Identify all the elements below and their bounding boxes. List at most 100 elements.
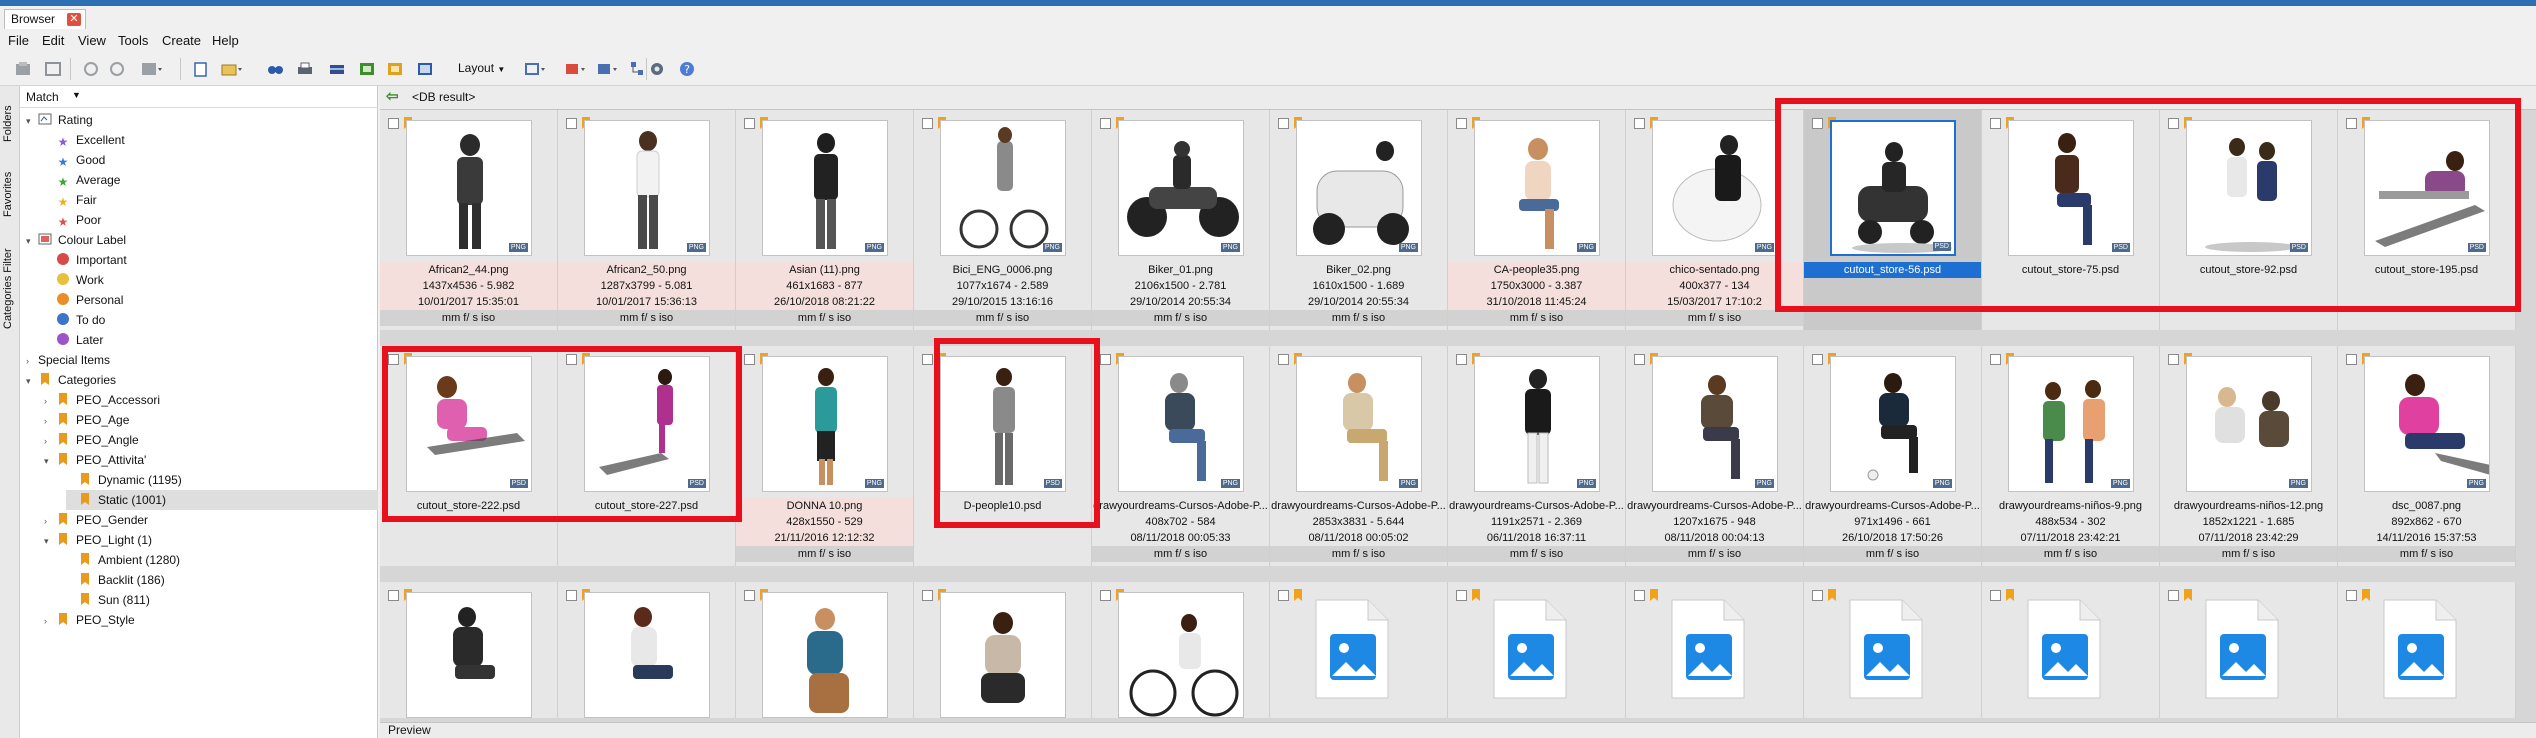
back-arrow-icon[interactable]: ⇦ xyxy=(386,89,402,105)
contact-sheet-icon[interactable] xyxy=(414,58,436,80)
thumbnail-cell[interactable]: PSD cutout_store-227.psd xyxy=(558,346,736,566)
expand-arrow-icon[interactable]: ▾ xyxy=(26,371,38,391)
expand-arrow-icon[interactable]: ▾ xyxy=(44,451,56,471)
select-checkbox[interactable] xyxy=(1278,118,1289,129)
thumbnail-cell[interactable]: PSD cutout_store-195.psd xyxy=(2338,110,2516,330)
tree-item-fair[interactable]: ★ Fair xyxy=(44,190,378,210)
move-to-icon[interactable] xyxy=(220,58,242,80)
thumbnail-image[interactable]: PNG xyxy=(2364,356,2490,492)
fullscreen-icon[interactable] xyxy=(42,58,64,80)
tree-item-excellent[interactable]: ★ Excellent xyxy=(44,130,378,150)
thumbnail-cell[interactable]: PNG Biker_01.png 2106x1500 - 2.781 29/10/20… xyxy=(1092,110,1270,330)
tree-item-personal[interactable]: Personal xyxy=(44,290,378,310)
sort-icon[interactable] xyxy=(564,58,586,80)
expand-arrow-icon[interactable]: ▾ xyxy=(44,531,56,551)
select-checkbox[interactable] xyxy=(1100,590,1111,601)
tree-item-work[interactable]: Work xyxy=(44,270,378,290)
expand-arrow-icon[interactable]: ▾ xyxy=(26,111,38,131)
image-file-icon[interactable] xyxy=(2186,594,2296,704)
menu-file[interactable]: File xyxy=(8,33,29,48)
view-mode-icon[interactable] xyxy=(524,58,546,80)
select-checkbox[interactable] xyxy=(1278,354,1289,365)
select-checkbox[interactable] xyxy=(1990,354,2001,365)
thumbnail-cell[interactable]: PSD D-people10.psd xyxy=(914,346,1092,566)
thumbnail-cell[interactable]: PSD cutout_store-56.psd xyxy=(1804,110,1982,330)
thumbnail-image[interactable]: PNG xyxy=(584,120,710,256)
image-file-icon[interactable] xyxy=(1830,594,1940,704)
select-checkbox[interactable] xyxy=(2346,354,2357,365)
select-checkbox[interactable] xyxy=(744,590,755,601)
thumbnail-image[interactable] xyxy=(940,592,1066,718)
thumbnail-cell[interactable]: PNG Asian (11).png 461x1683 - 877 26/10/201… xyxy=(736,110,914,330)
thumbnail-image[interactable]: PNG xyxy=(1474,356,1600,492)
select-checkbox[interactable] xyxy=(1634,118,1645,129)
select-checkbox[interactable] xyxy=(2168,118,2179,129)
filter-icon[interactable] xyxy=(596,58,618,80)
thumbnail-cell[interactable]: PNG drawyourdreams-Cursos-Adobe-P... 1191x… xyxy=(1448,346,1626,566)
tree-item-ambient[interactable]: Ambient (1280) xyxy=(66,550,378,570)
select-checkbox[interactable] xyxy=(388,590,399,601)
tree-item-peo-style[interactable]: › PEO_Style xyxy=(44,610,378,630)
print-icon[interactable] xyxy=(294,58,316,80)
select-checkbox[interactable] xyxy=(1100,354,1111,365)
copy-to-icon[interactable] xyxy=(190,58,212,80)
thumbnail-cell[interactable] xyxy=(914,582,1092,718)
select-checkbox[interactable] xyxy=(2168,590,2179,601)
thumbnail-image[interactable]: PSD xyxy=(2008,120,2134,256)
thumbnail-cell[interactable]: PNG drawyourdreams-Cursos-Adobe-P... 2853x… xyxy=(1270,346,1448,566)
thumbnail-image[interactable]: PSD xyxy=(584,356,710,492)
select-checkbox[interactable] xyxy=(922,118,933,129)
select-checkbox[interactable] xyxy=(388,118,399,129)
thumbnail-cell[interactable]: PNG Bici_ENG_0006.png 1077x1674 - 2.589 29/… xyxy=(914,110,1092,330)
thumbnail-image[interactable]: PNG xyxy=(940,120,1066,256)
thumbnail-cell[interactable]: PNG Biker_02.png 1610x1500 - 1.689 29/10/20… xyxy=(1270,110,1448,330)
thumbnail-cell[interactable] xyxy=(1626,582,1804,718)
expand-arrow-icon[interactable]: › xyxy=(44,511,56,531)
thumbnail-image[interactable]: PNG xyxy=(1296,120,1422,256)
tree-item-later[interactable]: Later xyxy=(44,330,378,350)
thumbnail-image[interactable]: PSD xyxy=(940,356,1066,492)
thumbnail-image[interactable]: PNG xyxy=(1296,356,1422,492)
select-checkbox[interactable] xyxy=(744,354,755,365)
slideshow-icon[interactable] xyxy=(356,58,378,80)
scan-icon[interactable] xyxy=(326,58,348,80)
select-checkbox[interactable] xyxy=(1634,354,1645,365)
thumbnail-image[interactable]: PNG xyxy=(762,356,888,492)
gear-icon[interactable] xyxy=(646,58,668,80)
menu-tools[interactable]: Tools xyxy=(118,33,148,48)
expand-arrow-icon[interactable]: › xyxy=(44,431,56,451)
thumbnail-image[interactable]: PNG xyxy=(1652,356,1778,492)
image-file-icon[interactable] xyxy=(2364,594,2474,704)
thumbnail-cell[interactable]: PSD cutout_store-75.psd xyxy=(1982,110,2160,330)
thumbnail-image[interactable]: PSD xyxy=(2364,120,2490,256)
expand-arrow-icon[interactable]: › xyxy=(44,411,56,431)
thumbnail-cell[interactable] xyxy=(1270,582,1448,718)
acquire-icon[interactable] xyxy=(12,58,34,80)
thumbnail-image[interactable]: PNG xyxy=(2008,356,2134,492)
thumbnail-cell[interactable]: PNG African2_50.png 1287x3799 - 5.081 10/01… xyxy=(558,110,736,330)
layout-menu-button[interactable]: Layout ▼ xyxy=(458,61,505,75)
select-checkbox[interactable] xyxy=(2168,354,2179,365)
thumbnail-cell[interactable] xyxy=(736,582,914,718)
thumbnail-cell[interactable] xyxy=(558,582,736,718)
thumbnail-cell[interactable] xyxy=(1092,582,1270,718)
select-checkbox[interactable] xyxy=(566,590,577,601)
tree-item-important[interactable]: Important xyxy=(44,250,378,270)
thumbnail-cell[interactable]: PNG drawyourdreams-niños-12.png 1852x1221 … xyxy=(2160,346,2338,566)
select-checkbox[interactable] xyxy=(1278,590,1289,601)
expand-arrow-icon[interactable]: › xyxy=(44,391,56,411)
thumbnail-cell[interactable]: PSD cutout_store-222.psd xyxy=(380,346,558,566)
tree-item-categories[interactable]: ▾ Categories xyxy=(26,370,378,390)
tree-item-peo-age[interactable]: › PEO_Age xyxy=(44,410,378,430)
thumbnail-image[interactable] xyxy=(762,592,888,718)
select-checkbox[interactable] xyxy=(1456,354,1467,365)
vtab-folders[interactable]: Folders xyxy=(2,94,18,154)
thumbnail-cell[interactable]: PNG CA-people35.png 1750x3000 - 3.387 31/10… xyxy=(1448,110,1626,330)
thumbnail-cell[interactable]: PNG African2_44.png 1437x4536 - 5.982 10/01… xyxy=(380,110,558,330)
thumbnail-image[interactable]: PNG xyxy=(406,120,532,256)
thumbnail-image[interactable]: PNG xyxy=(1474,120,1600,256)
tree-item-peo-accessori[interactable]: › PEO_Accessori xyxy=(44,390,378,410)
tree-icon[interactable] xyxy=(626,58,648,80)
tree-item-good[interactable]: ★ Good xyxy=(44,150,378,170)
thumbnail-cell[interactable]: PNG chico-sentado.png 400x377 - 134 15/03/2… xyxy=(1626,110,1804,330)
